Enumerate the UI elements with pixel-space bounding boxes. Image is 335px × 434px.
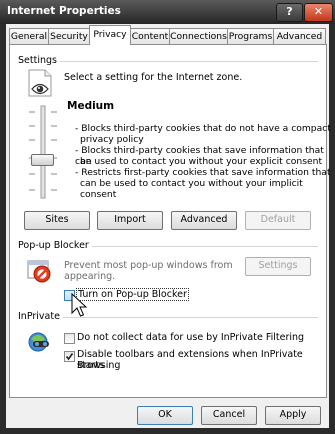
settings-group-label: Settings xyxy=(18,55,60,66)
tab-general[interactable]: General xyxy=(9,28,49,44)
popup-blocker-label[interactable]: Turn on Pop-up Blocker xyxy=(76,288,189,301)
disable-toolbars-checkbox[interactable] xyxy=(64,351,75,362)
settings-instruction: Select a setting for the Internet zone. xyxy=(64,72,243,83)
apply-button[interactable]: Apply xyxy=(265,406,321,425)
privacy-description-line-1: - Blocks third-party cookies that do not… xyxy=(75,123,331,134)
popup-blocker-icon xyxy=(27,258,53,284)
privacy-level-name: Medium xyxy=(67,100,115,112)
import-button[interactable]: Import xyxy=(97,211,163,230)
cancel-button[interactable]: Cancel xyxy=(201,406,257,425)
tab-privacy[interactable]: Privacy xyxy=(89,25,131,45)
tab-connections[interactable]: Connections xyxy=(169,28,228,44)
tab-security[interactable]: Security xyxy=(48,28,90,44)
default-button[interactable]: Default xyxy=(245,211,311,230)
privacy-description-line-4: be used to contact you without your expl… xyxy=(80,156,323,167)
window-title: Internet Properties xyxy=(7,5,121,17)
inprivate-separator xyxy=(62,317,318,318)
popup-group-label: Pop-up Blocker xyxy=(18,240,92,251)
disable-toolbars-label-line-1[interactable]: Disable toolbars and extensions when InP… xyxy=(77,349,335,371)
privacy-description-line-2: privacy policy xyxy=(80,134,144,145)
privacy-description-line-5: - Restricts first-party cookies that sav… xyxy=(75,167,331,178)
tab-advanced[interactable]: Advanced xyxy=(273,28,326,44)
mouse-cursor-icon xyxy=(71,292,89,319)
settings-separator xyxy=(56,61,318,62)
ok-button[interactable]: OK xyxy=(137,406,193,425)
inprivate-group-label: InPrivate xyxy=(18,311,63,322)
privacy-level-slider[interactable] xyxy=(24,100,64,202)
inprivate-filtering-label[interactable]: Do not collect data for use by InPrivate… xyxy=(77,332,304,343)
disable-toolbars-label-line-2[interactable]: starts xyxy=(77,360,104,371)
close-button[interactable]: ✕ xyxy=(304,3,333,22)
popup-description-line-2: appearing. xyxy=(64,271,116,282)
privacy-eye-icon xyxy=(27,69,53,97)
popup-separator xyxy=(82,246,318,247)
inprivate-filtering-checkbox[interactable] xyxy=(64,333,75,344)
help-button[interactable]: ? xyxy=(276,3,303,22)
inprivate-icon xyxy=(27,330,53,354)
advanced-button[interactable]: Advanced xyxy=(171,211,237,230)
slider-thumb[interactable] xyxy=(31,154,54,166)
tab-content[interactable]: Content xyxy=(130,28,170,44)
sites-button[interactable]: Sites xyxy=(24,211,90,230)
popup-description-line-1: Prevent most pop-up windows from xyxy=(64,260,233,271)
tab-programs[interactable]: Programs xyxy=(227,28,274,44)
popup-settings-button[interactable]: Settings xyxy=(245,257,311,276)
privacy-description-line-6: can be used to contact you without your … xyxy=(80,178,303,200)
